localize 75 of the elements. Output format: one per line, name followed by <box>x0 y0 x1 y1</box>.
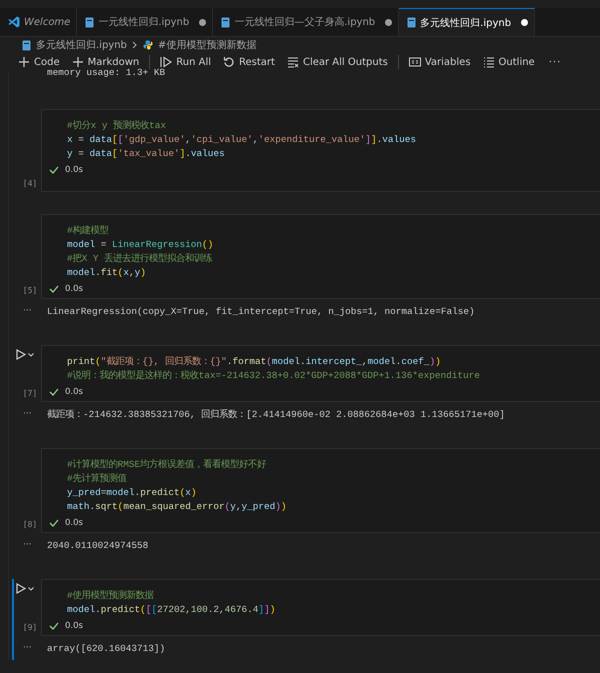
code-line: x = data[['gdp_value','cpi_value','expenditure_value']].values <box>67 134 416 145</box>
plus-icon <box>72 56 84 68</box>
toolbar-button[interactable]: Code <box>14 56 64 68</box>
toolbar-button[interactable]: Clear All Outputs <box>282 56 392 68</box>
execution-time: 0.0s <box>65 621 83 631</box>
execution-count: [9] <box>22 623 38 632</box>
notebook-icon <box>407 17 416 28</box>
run-all-icon <box>160 56 172 68</box>
toolbar-button[interactable]: Restart <box>219 56 279 68</box>
code-line: #构建模型 <box>67 225 109 236</box>
execution-time: 0.0s <box>65 387 83 397</box>
more-actions-button[interactable]: ··· <box>542 56 568 68</box>
execution-time: 0.0s <box>65 518 83 528</box>
toolbar-button[interactable]: Outline <box>478 56 539 68</box>
run-cell-button[interactable] <box>16 349 34 360</box>
code-line: #使用模型预测新数据 <box>67 590 154 601</box>
editor-logo-icon <box>8 16 20 28</box>
code-cell[interactable]: #切分x y 预测税收tax x = data[['gdp_value','cpi_value','expenditure_value']].values y = data['tax_value'].values 0.0s <box>41 109 600 192</box>
breadcrumb-item[interactable]: 多元线性回归.ipynb <box>36 38 127 52</box>
clear-icon <box>286 56 299 68</box>
code-line: model = LinearRegression() <box>67 239 214 250</box>
check-icon <box>49 388 59 396</box>
code-cell[interactable]: print("截距项：{}, 回归系数：{}".format(model.intercept_,model.coef_)) #说明：我的模型是这样的：税收tax=-214632.38+0.02*GDP+2088*GDP+1.136*expenditure 0.0s <box>41 345 600 402</box>
check-icon <box>49 519 59 527</box>
notebook-icon <box>22 40 31 50</box>
code-line: model.fit(x,y) <box>67 267 146 278</box>
chevron-icon <box>132 41 138 49</box>
chevron-down-icon <box>28 586 34 590</box>
code-cell[interactable]: #构建模型 model = LinearRegression() #把X Y 丢进去进行模型拟合和训练 model.fit(x,y) 0.0s <box>41 214 600 299</box>
variables-icon <box>408 56 421 68</box>
check-icon <box>49 166 59 174</box>
code-line: math.sqrt(mean_squared_error(y,y_pred)) <box>67 501 287 512</box>
execution-count: [7] <box>22 389 38 398</box>
run-icon <box>16 583 26 594</box>
python-icon <box>142 40 153 50</box>
toolbar-button[interactable]: Run All <box>156 56 216 68</box>
code-line: #计算模型的RMSE均方根误差值，看看模型好不好 <box>67 459 266 470</box>
output-text: LinearRegression(copy_X=True, fit_intercept=True, n_jobs=1, normalize=False) <box>47 306 475 316</box>
notebook-icon <box>221 16 230 28</box>
outline-icon <box>482 56 495 68</box>
check-icon <box>49 622 59 630</box>
notebook-icon <box>85 16 94 28</box>
code-line: model.predict([[27202,100.2,4676.4]]) <box>67 604 276 615</box>
output-text: 截距项：-214632.38385321706, 回归系数：[2.41414960e-02 2.08862684e+03 1.13665171e+00] <box>47 408 505 420</box>
chevron-down-icon <box>28 352 34 356</box>
code-line: y = data['tax_value'].values <box>67 148 225 159</box>
execution-count: [4] <box>22 179 38 188</box>
output-menu-button[interactable]: ··· <box>23 540 32 550</box>
code-line: #切分x y 预测税收tax <box>67 120 166 131</box>
restart-icon <box>223 56 236 68</box>
run-cell-button[interactable] <box>16 583 34 594</box>
code-line: #把X Y 丢进去进行模型拟合和训练 <box>67 253 212 264</box>
toolbar-button[interactable]: Markdown <box>68 56 144 68</box>
output-menu-button[interactable]: ··· <box>23 643 32 653</box>
run-icon <box>16 349 26 360</box>
output-text: array([620.16043713]) <box>47 642 166 654</box>
code-cell[interactable]: #计算模型的RMSE均方根误差值，看看模型好不好 #先计算预测值 y_pred=model.predict(x) math.sqrt(mean_squared_error(y,y_pred)) 0.0s <box>41 448 600 533</box>
execution-time: 0.0s <box>65 284 83 294</box>
breadcrumb-item[interactable]: #使用模型预测新数据 <box>158 38 256 52</box>
code-line: #先计算预测值 <box>67 473 127 484</box>
output-text: 2040.0110024974558 <box>47 540 148 550</box>
editor-tab[interactable]: 多元线性回归.ipynb <box>399 8 536 36</box>
execution-count: [5] <box>22 286 38 295</box>
code-line: print("截距项：{}, 回归系数：{}".format(model.intercept_,model.coef_)) <box>67 356 441 367</box>
code-line: y_pred=model.predict(x) <box>67 487 196 498</box>
plus-icon <box>18 56 30 68</box>
output-menu-button[interactable]: ··· <box>23 306 32 316</box>
check-icon <box>49 285 59 293</box>
execution-count: [8] <box>22 520 38 529</box>
output-menu-button[interactable]: ··· <box>23 409 32 419</box>
execution-time: 0.0s <box>65 165 83 175</box>
code-line: #说明：我的模型是这样的：税收tax=-214632.38+0.02*GDP+2088*GDP+1.136*expenditure <box>67 370 480 381</box>
toolbar-button[interactable]: Variables <box>404 56 475 68</box>
code-cell[interactable]: #使用模型预测新数据 model.predict([[27202,100.2,4676.4]]) 0.0s <box>41 579 600 636</box>
output-text: memory usage: 1.3+ KB <box>47 67 166 78</box>
